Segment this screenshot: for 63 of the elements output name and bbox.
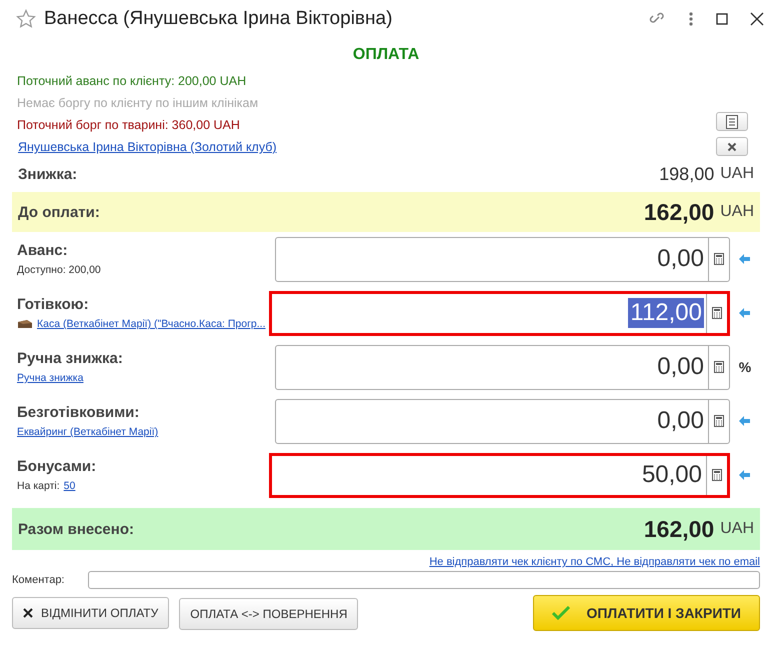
payment-label: Готівкою: xyxy=(17,296,90,313)
total-amount: 162,00 xyxy=(644,516,714,542)
info-text: Немає боргу по клієнту по іншим клінікам xyxy=(17,95,260,112)
payment-link[interactable]: Каса (Веткабінет Марії) ("Вчасно.Каса: Прогр... xyxy=(37,318,266,330)
check-icon xyxy=(552,606,570,620)
payment-label: Ручна знижка: xyxy=(17,350,124,367)
receipt-settings-link[interactable]: Не відправляти чек клієнту по СМС, Не відправляти чек по email xyxy=(429,556,760,568)
more-icon[interactable] xyxy=(688,11,694,27)
list-button[interactable] xyxy=(716,112,748,131)
currency-label: UAH xyxy=(720,203,754,221)
info-text: Поточний аванс по клієнту: 200,00 UAH xyxy=(17,73,248,90)
hint-text: Доступно: 200,00 xyxy=(17,264,101,276)
comment-field[interactable] xyxy=(88,571,760,589)
maximize-icon[interactable] xyxy=(716,13,728,25)
calculator-icon xyxy=(714,415,724,427)
amount-due: 162,00 xyxy=(644,198,714,226)
window-title: Ванесса (Янушевська Ірина Вікторівна) xyxy=(44,8,394,30)
close-icon xyxy=(23,608,33,618)
amount-value: 0,00 xyxy=(656,406,705,436)
pay-button[interactable]: ОПЛАТИТИ І ЗАКРИТИ xyxy=(533,595,760,631)
calculator-icon xyxy=(714,253,724,265)
info-text: Поточний борг по тварині: 360,00 UAH xyxy=(17,117,241,134)
star-icon[interactable] xyxy=(16,9,36,29)
toggle-button[interactable]: ОПЛАТА <-> ПОВЕРНЕННЯ xyxy=(179,598,358,630)
discount-amount: 198,00 xyxy=(659,164,714,184)
calculator-icon xyxy=(714,361,724,373)
payment-link[interactable]: 50 xyxy=(64,480,76,492)
amount-field[interactable]: 112,00 xyxy=(269,290,730,336)
cash-register-icon xyxy=(17,319,33,329)
amount-field[interactable]: 0,00 xyxy=(275,236,730,282)
list-icon xyxy=(726,114,738,128)
payment-label: Бонусами: xyxy=(17,458,98,475)
amount-value: 50,00 xyxy=(640,460,703,490)
payment-label: Безготівковими: xyxy=(17,404,140,421)
amount-field[interactable]: 0,00 xyxy=(275,398,730,444)
amount-due-label: До оплати: xyxy=(18,204,101,220)
clear-button[interactable] xyxy=(716,137,748,156)
calculator-icon xyxy=(712,469,722,481)
total-label: Разом внесено: xyxy=(18,520,135,538)
client-link[interactable]: Янушевська Ірина Вікторівна (Золотий клуб) xyxy=(18,136,277,158)
payment-link[interactable]: Еквайринг (Веткабінет Марії) xyxy=(17,426,158,438)
close-icon xyxy=(727,142,737,152)
amount-field[interactable]: 0,00 xyxy=(275,344,730,390)
cancel-button[interactable]: ВІДМІНИТИ ОПЛАТУ xyxy=(12,597,170,629)
arrow-left-icon[interactable] xyxy=(739,415,751,427)
currency-label: UAH xyxy=(720,165,754,183)
amount-value: 112,00 xyxy=(628,298,704,328)
currency-label: UAH xyxy=(720,520,754,538)
amount-value: 0,00 xyxy=(656,352,705,382)
form-heading: ОПЛАТА xyxy=(352,46,420,64)
calculator-icon xyxy=(712,307,722,319)
arrow-left-icon[interactable] xyxy=(739,469,751,481)
hint-text: На карті: xyxy=(17,480,60,492)
payment-link[interactable]: Ручна знижка xyxy=(17,372,84,384)
arrow-left-icon[interactable] xyxy=(739,253,751,265)
discount-label: Знижка: xyxy=(18,166,78,182)
amount-value: 0,00 xyxy=(656,244,705,274)
payment-label: Аванс: xyxy=(17,242,69,259)
arrow-left-icon[interactable] xyxy=(739,307,751,319)
amount-field[interactable]: 50,00 xyxy=(269,452,730,498)
close-icon[interactable] xyxy=(750,12,764,26)
unit-label: % xyxy=(738,359,752,375)
comment-label: Коментар: xyxy=(12,574,66,586)
